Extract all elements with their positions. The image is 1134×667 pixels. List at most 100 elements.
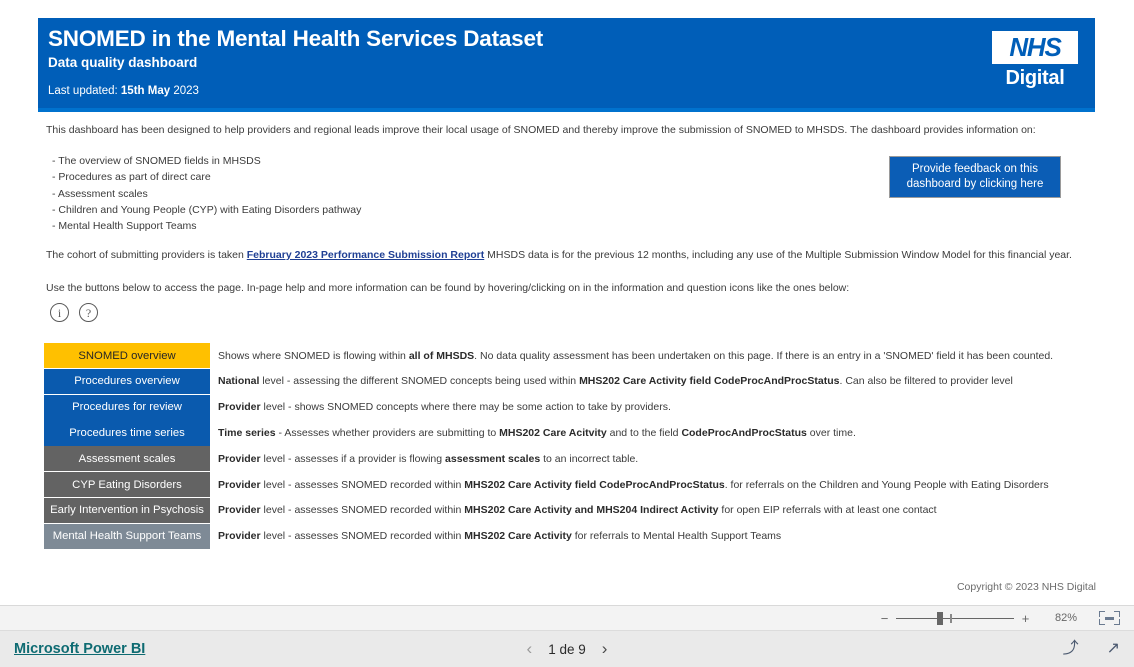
navigation-table: SNOMED overview Shows where SNOMED is flo… [44,343,1094,549]
nav-description-text: and to the field [606,427,682,440]
nav-row: Procedures time series Time series - Asse… [44,420,1094,446]
nav-description-emphasis: MHS202 Care Activity and MHS204 Indirect… [464,504,719,517]
bullet-item: - Mental Health Support Teams [52,220,197,233]
cohort-paragraph: The cohort of submitting providers is ta… [46,248,1072,262]
bullet-item: - Procedures as part of direct care [52,171,211,184]
last-updated-year: 2023 [170,85,199,97]
nav-description-text: . for referrals on the Children and Youn… [724,478,1049,491]
feedback-button-line2: dashboard by clicking here [906,178,1044,190]
help-icon-row: i ? [50,303,98,322]
dashboard-header-banner: SNOMED in the Mental Health Services Dat… [38,18,1095,112]
information-icon[interactable]: i [50,303,69,322]
copyright-text: Copyright © 2023 NHS Digital [956,581,1096,593]
nav-description-emphasis: Provider [218,478,261,491]
nav-button-assessment-scales[interactable]: Assessment scales [44,446,210,472]
zoom-slider[interactable] [896,611,1014,625]
bullet-item: - Assessment scales [52,187,148,200]
fullscreen-icon[interactable]: ↗ [1107,641,1120,657]
zoom-out-button[interactable]: − [878,611,891,626]
report-canvas: SNOMED in the Mental Health Services Dat… [0,0,1134,605]
zoom-slider-tick [950,613,952,623]
zoom-slider-track [896,617,1014,619]
nav-button-mental-health-support-teams[interactable]: Mental Health Support Teams [44,523,210,549]
nav-row: Procedures for review Provider level - sh… [44,394,1094,420]
nav-row: SNOMED overview Shows where SNOMED is flo… [44,343,1094,369]
fit-to-page-icon[interactable] [1099,611,1120,625]
zoom-in-button[interactable]: + [1019,611,1032,626]
performance-submission-report-link[interactable]: February 2023 Performance Submission Rep… [247,249,485,261]
nhs-digital-logo: NHS Digital [992,31,1078,90]
next-page-icon[interactable]: › [602,639,608,659]
intro-paragraph: This dashboard has been designed to help… [46,124,1036,136]
nav-description-emphasis: MHS202 Care Activity [464,530,572,543]
nav-row: Procedures overview National level - asse… [44,368,1094,395]
provide-feedback-button[interactable]: Provide feedback on this dashboard by cl… [889,156,1061,198]
page-title: SNOMED in the Mental Health Services Dat… [48,26,544,51]
previous-page-icon[interactable]: ‹ [527,639,533,659]
question-icon[interactable]: ? [79,303,98,322]
nav-button-snomed-overview[interactable]: SNOMED overview [44,343,210,369]
footer-actions: ⤴ ↗ [1063,641,1120,657]
intro-bullet-list: - The overview of SNOMED fields in MHSDS… [52,153,361,234]
bullet-item: - Children and Young People (CYP) with E… [52,203,362,216]
nav-button-cyp-eating-disorders[interactable]: CYP Eating Disorders [44,471,210,498]
nav-description-emphasis: Provider [218,504,261,517]
nav-description-text: - Assesses whether providers are submitt… [275,427,500,440]
nav-description: Shows where SNOMED is flowing within all… [210,343,1094,368]
nav-description-text: Shows where SNOMED is flowing within [218,349,409,362]
usage-paragraph: Use the buttons below to access the page… [46,282,850,294]
microsoft-power-bi-link[interactable]: Microsoft Power BI [14,641,145,657]
page-subtitle: Data quality dashboard [48,55,198,70]
zoom-slider-handle[interactable] [937,612,943,625]
nav-description-text: to an incorrect table. [540,452,639,465]
nav-description-emphasis: Provider [218,452,261,465]
nav-description-emphasis: MHS202 Care Activity field CodeProcAndPr… [464,478,725,491]
nav-description-text: level - assesses if a provider is flowin… [260,452,446,465]
nav-description-text: level - shows SNOMED concepts where ther… [260,401,671,414]
nav-description: Time series - Assesses whether providers… [210,420,1094,445]
cohort-prefix: The cohort of submitting providers is ta… [46,249,247,261]
banner-underline [38,108,1095,112]
fit-corner-bottom-left [1099,619,1105,625]
nav-description-emphasis: MHS202 Care Acitvity [499,427,607,440]
nav-button-procedures-overview[interactable]: Procedures overview [44,368,210,395]
nav-description-text: for referrals to Mental Health Support T… [571,530,782,543]
share-icon[interactable]: ⤴ [1063,641,1079,657]
footer-bar: Microsoft Power BI ‹ 1 de 9 › ⤴ ↗ [0,631,1134,667]
nav-row: Assessment scales Provider level - assess… [44,446,1094,472]
page-navigation: ‹ 1 de 9 › [527,639,608,659]
feedback-button-line1: Provide feedback on this [912,163,1038,175]
nav-description-emphasis: assessment scales [445,452,541,465]
bullet-item: - The overview of SNOMED fields in MHSDS [52,155,261,167]
fit-corner-top-right [1114,611,1120,617]
nav-description: Provider level - assesses if a provider … [210,446,1094,471]
nav-description-text: over time. [806,427,856,440]
nav-row: Early Intervention in Psychosis Provider … [44,497,1094,524]
fit-center-bar [1105,616,1114,620]
nav-description-text: for open EIP referrals with at least one… [718,504,937,517]
nav-description-emphasis: Time series [218,427,276,440]
nav-description-text: . Can also be filtered to provider level [839,375,1013,388]
last-updated-text: Last updated: 15th May 2023 [48,85,199,97]
zoom-bar: − + 82% [0,605,1134,631]
nav-description: National level - assessing the different… [210,369,1094,394]
nav-description: Provider level - assesses SNOMED recorde… [210,498,1094,523]
last-updated-label: Last updated: [48,85,121,97]
cohort-suffix: MHSDS data is for the previous 12 months… [484,249,1072,261]
nav-button-early-intervention-in-psychosis[interactable]: Early Intervention in Psychosis [44,497,210,524]
nav-description-emphasis: MHS202 Care Activity field CodeProcAndPr… [579,375,840,388]
nav-description-emphasis: Provider [218,530,261,543]
nav-row: Mental Health Support Teams Provider lev… [44,523,1094,549]
nav-description-text: level - assesses SNOMED recorded within [260,504,465,517]
nav-description-emphasis: all of MHSDS [408,349,475,362]
nav-description-text: level - assesses SNOMED recorded within [260,478,465,491]
nav-description-text: level - assessing the different SNOMED c… [259,375,580,388]
nav-description: Provider level - assesses SNOMED recorde… [210,524,1094,549]
nav-description-emphasis: CodeProcAndProcStatus [681,427,807,440]
nav-description: Provider level - assesses SNOMED recorde… [210,472,1094,497]
nav-button-procedures-time-series[interactable]: Procedures time series [44,420,210,446]
nav-description-text: level - assesses SNOMED recorded within [260,530,465,543]
nav-description: Provider level - shows SNOMED concepts w… [210,395,1094,420]
fit-corner-bottom-right [1114,619,1120,625]
nav-button-procedures-for-review[interactable]: Procedures for review [44,394,210,420]
